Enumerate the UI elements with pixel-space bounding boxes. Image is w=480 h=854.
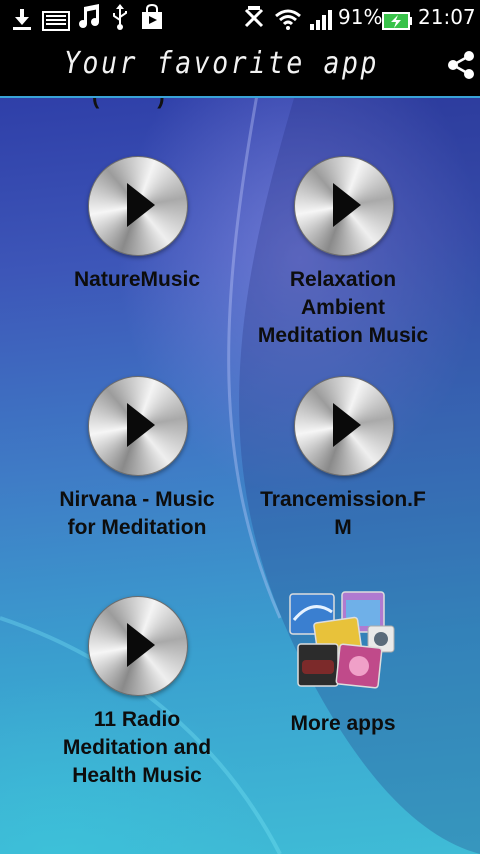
play-icon	[333, 183, 361, 227]
tile-trancemission[interactable]: Trancemission.FM	[240, 376, 446, 546]
play-button[interactable]	[294, 156, 394, 256]
tile-label: NatureMusic	[73, 268, 201, 291]
tile-relaxation-ambient[interactable]: Relaxation Ambient Meditation Music	[240, 156, 446, 356]
tile-naturemusic[interactable]: NatureMusic	[34, 156, 240, 306]
app-title: Your favorite app	[64, 46, 380, 81]
clock: 21:07	[418, 5, 476, 29]
play-button[interactable]	[88, 156, 188, 256]
download-icon	[13, 9, 31, 30]
usb-icon	[113, 4, 127, 30]
tile-label: 11 Radio Meditation and Health Music	[62, 708, 212, 787]
tile-nirvana[interactable]: Nirvana - Music for Meditation	[34, 376, 240, 546]
battery-percent: 91%	[338, 5, 383, 29]
signal-icon	[310, 10, 332, 30]
play-icon	[127, 623, 155, 667]
play-icon	[333, 403, 361, 447]
tile-label: Relaxation Ambient Meditation Music	[257, 268, 429, 347]
status-bar: 91% 21:07	[0, 0, 480, 34]
play-button[interactable]	[294, 376, 394, 476]
tile-more-apps[interactable]: More apps	[240, 590, 446, 740]
battery-icon	[382, 12, 412, 30]
app-collage-icon[interactable]	[286, 590, 398, 694]
wifi-icon	[275, 9, 301, 30]
play-button[interactable]	[88, 596, 188, 696]
shopping-bag-icon	[142, 4, 162, 29]
keyboard-icon	[42, 11, 70, 31]
mute-icon	[244, 6, 264, 28]
share-icon[interactable]	[446, 50, 476, 80]
play-icon	[127, 403, 155, 447]
tile-11-radio[interactable]: 11 Radio Meditation and Health Music	[34, 596, 240, 796]
title-bar: Your favorite app	[0, 34, 480, 98]
tile-label: Nirvana - Music for Meditation	[59, 488, 215, 539]
play-button[interactable]	[88, 376, 188, 476]
tile-label: More apps	[290, 712, 396, 735]
music-note-icon	[79, 4, 99, 28]
tile-label: Trancemission.FM	[260, 488, 426, 539]
play-icon	[127, 183, 155, 227]
cut-off-text: ( )	[92, 98, 166, 110]
app-grid: ( ) NatureMusic Relaxation Ambient Medit…	[0, 98, 480, 854]
